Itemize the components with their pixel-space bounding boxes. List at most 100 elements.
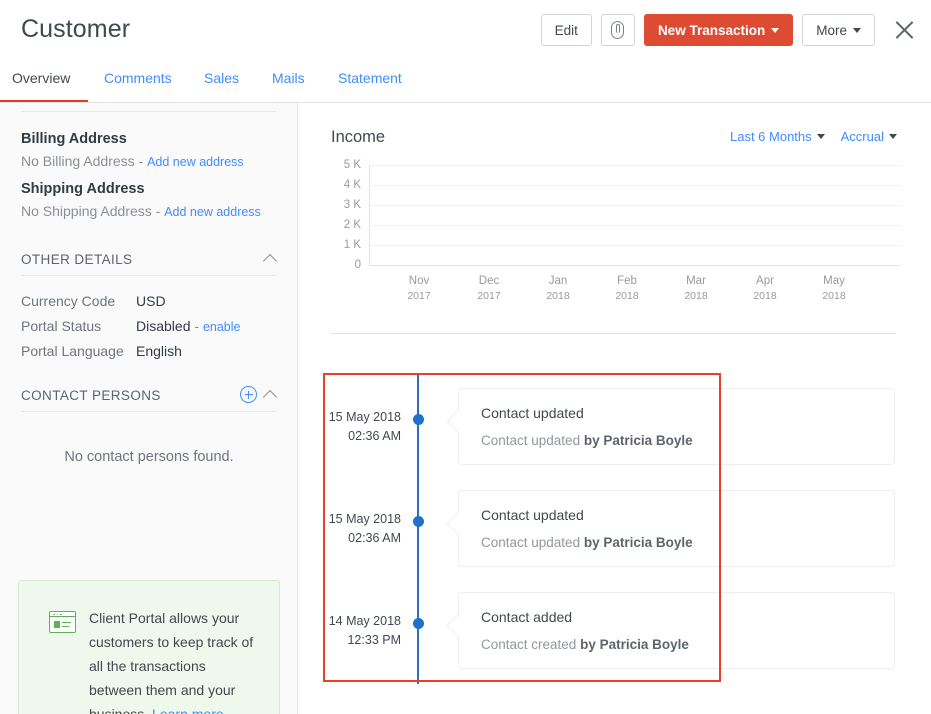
- timeline-card-title: Contact updated: [481, 405, 584, 421]
- chart-xtick-year: 2017: [477, 290, 501, 302]
- tab-sales[interactable]: Sales: [204, 68, 239, 104]
- chart-xtick-month: Jan: [548, 275, 568, 287]
- chart-section-divider: [331, 333, 896, 334]
- chart-ytick-label: 4 K: [343, 179, 361, 191]
- chart-xtick-label: Dec 2017: [459, 274, 519, 304]
- timeline-entry-timestamp: 15 May 2018 02:36 AM: [298, 408, 401, 446]
- timeline-card[interactable]: Contact updated Contact updated by Patri…: [458, 490, 895, 567]
- tab-bar: Overview Comments Sales Mails Statement: [0, 68, 931, 104]
- timeline-card-subtitle: Contact updated by Patricia Boyle: [481, 433, 894, 448]
- timeline-dot-icon: [413, 516, 424, 527]
- chart-xtick-month: May: [823, 275, 845, 287]
- chart-xtick-month: Feb: [617, 275, 637, 287]
- billing-address-heading: Billing Address: [21, 131, 127, 147]
- paperclip-icon: [611, 21, 625, 39]
- chart-xtick-label: Feb 2018: [597, 274, 657, 304]
- portal-language-label: Portal Language: [21, 343, 124, 359]
- currency-code-value: USD: [136, 293, 166, 309]
- sidebar-top-divider: [21, 111, 276, 112]
- tab-comments-label: Comments: [104, 70, 172, 86]
- timeline-entry-date: 15 May 2018: [328, 410, 401, 424]
- currency-code-label: Currency Code: [21, 293, 116, 309]
- timeline-card-title: Contact added: [481, 609, 573, 625]
- new-transaction-label: New Transaction: [657, 22, 766, 38]
- timeline-dot-icon: [413, 618, 424, 629]
- timeline-entry-time: 02:36 AM: [348, 531, 401, 545]
- chart-xtick-month: Apr: [756, 275, 774, 287]
- chart-xtick-label: Jan 2018: [528, 274, 588, 304]
- shipping-separator: -: [155, 203, 161, 219]
- shipping-address-value: No Shipping Address - Add new address: [21, 203, 261, 219]
- add-contact-person-plus-icon[interactable]: [240, 386, 257, 403]
- timeline-card-actor-prefix: by: [583, 433, 600, 448]
- tab-overview[interactable]: Overview: [12, 68, 70, 104]
- enable-portal-link[interactable]: enable: [203, 320, 241, 334]
- other-details-divider: [21, 275, 276, 276]
- chart-ytick-label: 1 K: [343, 239, 361, 251]
- chart-xtick-year: 2018: [615, 290, 639, 302]
- timeline-entry-timestamp: 14 May 2018 12:33 PM: [298, 612, 401, 650]
- page-title: Customer: [21, 15, 131, 43]
- edit-button[interactable]: Edit: [540, 14, 592, 46]
- billing-separator: -: [138, 153, 144, 169]
- billing-address-value: No Billing Address - Add new address: [21, 153, 244, 169]
- contact-persons-empty-message: No contact persons found.: [64, 449, 234, 465]
- chart-xtick-label: Nov 2017: [389, 274, 449, 304]
- tab-mails[interactable]: Mails: [272, 68, 305, 104]
- more-button[interactable]: More: [802, 14, 875, 46]
- learn-more-link[interactable]: Learn more: [152, 706, 224, 714]
- timeline-entry-date: 15 May 2018: [328, 512, 401, 526]
- period-filter-dropdown[interactable]: Last 6 Months: [730, 129, 825, 144]
- income-chart: 5 K 4 K 3 K 2 K 1 K 0 Nov 2017 Dec 2017 Ja…: [331, 159, 901, 302]
- chart-xtick-year: 2018: [684, 290, 708, 302]
- chart-xtick-label: Apr 2018: [735, 274, 795, 304]
- timeline-dot-icon: [413, 414, 424, 425]
- chart-gridline: [369, 165, 901, 166]
- timeline-card[interactable]: Contact added Contact created by Patrici…: [458, 592, 895, 669]
- add-billing-address-link[interactable]: Add new address: [147, 155, 244, 169]
- tab-statement[interactable]: Statement: [338, 68, 402, 104]
- new-transaction-button[interactable]: New Transaction: [643, 14, 794, 46]
- portal-status-value: Disabled - enable: [136, 318, 240, 334]
- chart-y-axis: [369, 165, 370, 265]
- chart-ytick-label: 3 K: [343, 199, 361, 211]
- add-shipping-address-link[interactable]: Add new address: [164, 205, 261, 219]
- tab-overview-label: Overview: [12, 70, 71, 86]
- other-details-collapse-chevron-up-icon[interactable]: [265, 253, 277, 265]
- portal-status-separator: -: [194, 318, 200, 334]
- timeline-card[interactable]: Contact updated Contact updated by Patri…: [458, 388, 895, 465]
- chart-xtick-month: Dec: [478, 275, 500, 287]
- other-details-heading: OTHER DETAILS: [21, 252, 133, 267]
- chart-gridline: [369, 185, 901, 186]
- chart-gridline: [369, 205, 901, 206]
- client-portal-card-icon: [49, 611, 76, 633]
- timeline-card-actor: Patricia Boyle: [603, 433, 693, 448]
- attachment-button[interactable]: [600, 14, 635, 46]
- shipping-address-heading: Shipping Address: [21, 181, 145, 197]
- chart-controls: Last 6 Months Accrual: [730, 129, 897, 144]
- contact-persons-collapse-chevron-up-icon[interactable]: [265, 389, 277, 401]
- portal-status-text: Disabled: [136, 318, 191, 334]
- timeline-card-subtitle: Contact created by Patricia Boyle: [481, 637, 894, 652]
- tab-statement-label: Statement: [338, 70, 402, 86]
- header-actions: Edit New Transaction More: [540, 14, 917, 46]
- chevron-down-icon: [889, 134, 897, 139]
- client-portal-promo-text: Client Portal allows your customers to k…: [89, 606, 254, 714]
- close-icon[interactable]: [891, 17, 917, 43]
- shipping-address-text: No Shipping Address: [21, 203, 152, 219]
- tab-sales-label: Sales: [204, 70, 240, 86]
- timeline-card-subject: Contact updated: [481, 535, 581, 550]
- chart-xtick-month: Mar: [686, 275, 706, 287]
- portal-status-label: Portal Status: [21, 318, 102, 334]
- timeline-card-subject: Contact created: [481, 637, 577, 652]
- timeline-entry-time: 12:33 PM: [347, 633, 401, 647]
- tab-comments[interactable]: Comments: [104, 68, 172, 104]
- period-filter-label: Last 6 Months: [729, 129, 812, 144]
- promo-body: Client Portal allows your customers to k…: [89, 610, 254, 714]
- tab-mails-label: Mails: [272, 70, 305, 86]
- accounting-basis-dropdown[interactable]: Accrual: [841, 129, 897, 144]
- billing-address-text: No Billing Address: [21, 153, 135, 169]
- timeline-card-actor-prefix: by: [580, 637, 596, 652]
- contact-persons-divider: [21, 411, 276, 412]
- chevron-down-icon: [771, 27, 780, 33]
